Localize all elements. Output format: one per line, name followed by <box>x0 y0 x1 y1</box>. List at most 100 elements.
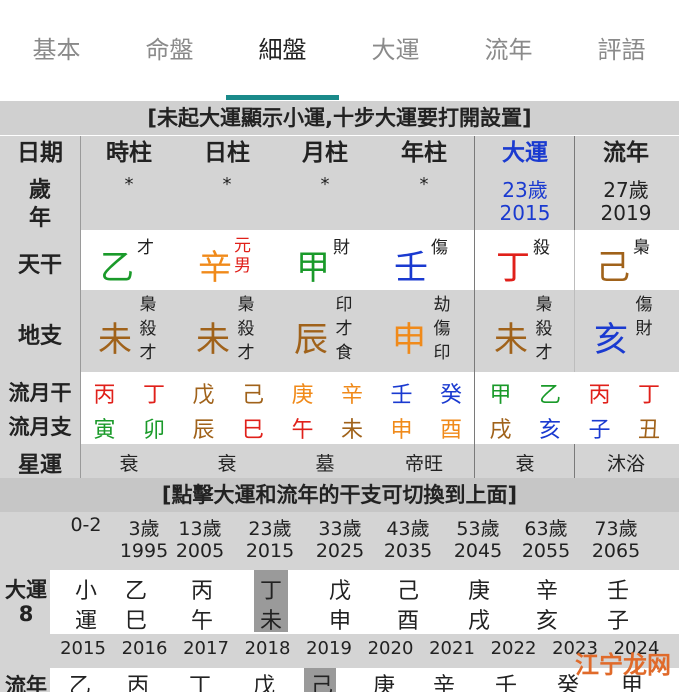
age-month: * <box>320 174 330 195</box>
dizhi-liunian-hidden-1: 傷 <box>635 295 653 315</box>
tiangan-year-note: 傷 <box>431 238 448 258</box>
flow-zhi-cell[interactable]: 亥 <box>526 412 575 444</box>
dayun-gan-cell[interactable]: 小 <box>66 573 106 605</box>
flow-zhi-cell[interactable]: 未 <box>328 412 377 444</box>
dayun-gan-cell[interactable]: 辛 <box>527 573 567 605</box>
dizhi-liunian[interactable]: 亥 <box>594 312 628 361</box>
tab-chart[interactable]: 命盤 <box>113 30 226 65</box>
tiangan-label: 天干 <box>17 253 62 278</box>
dizhi-hour-hidden-3: 才 <box>139 343 157 363</box>
flow-zhi-cell[interactable]: 午 <box>278 412 327 444</box>
tiangan-hour[interactable]: 乙 <box>100 240 134 289</box>
flow-zhi-cell[interactable]: 申 <box>377 412 426 444</box>
flow-gan-cell[interactable]: 癸 <box>427 377 476 409</box>
dayun-age-cell: 73歲 <box>594 518 638 540</box>
tab-dayun[interactable]: 大運 <box>339 30 452 65</box>
xingyun-hour: 衰 <box>119 453 139 475</box>
flow-zhi-cell[interactable]: 丑 <box>625 412 674 444</box>
flow-gan-cell[interactable]: 甲 <box>476 377 525 409</box>
dayun-zhi-cell[interactable]: 未 <box>251 603 291 635</box>
flow-zhi-cell[interactable]: 寅 <box>80 412 129 444</box>
dayun-zhi-cell[interactable]: 酉 <box>388 603 428 635</box>
flow-gan-cell[interactable]: 丁 <box>130 377 179 409</box>
flow-gan-cell[interactable]: 壬 <box>377 377 426 409</box>
dayun-year-cell: 2025 <box>315 540 365 562</box>
flow-zhi-cell[interactable]: 子 <box>575 412 624 444</box>
liunian-gan-cell[interactable]: 壬 <box>486 668 526 692</box>
header-date: 日期 <box>17 140 63 166</box>
dayun-count: 8 <box>18 602 34 626</box>
dizhi-dayun[interactable]: 未 <box>494 312 528 361</box>
dayun-age-cell: 33歲 <box>318 518 362 540</box>
dayun-gan-cell[interactable]: 丁 <box>251 573 291 605</box>
liunian-gan-cell[interactable]: 戊 <box>244 668 284 692</box>
tab-bar: 基本 命盤 細盤 大運 流年 評語 <box>0 0 679 100</box>
tiangan-year[interactable]: 壬 <box>394 240 428 289</box>
liunian-year-cell: 2018 <box>244 638 291 659</box>
dayun-zhi-cell[interactable]: 巳 <box>116 603 156 635</box>
dayun-year-cell: 2065 <box>591 540 641 562</box>
tiangan-day[interactable]: 辛 <box>198 240 232 289</box>
dizhi-year-hidden-3: 印 <box>433 343 451 363</box>
dayun-zhi-cell[interactable]: 戌 <box>459 603 499 635</box>
flow-zhi-label: 流月支 <box>8 415 72 439</box>
flow-gan-label: 流月干 <box>8 381 72 405</box>
tiangan-dayun[interactable]: 丁 <box>496 240 530 289</box>
dayun-gan-cell[interactable]: 壬 <box>598 573 638 605</box>
xingyun-label: 星運 <box>17 453 62 478</box>
flow-zhi-cell[interactable]: 卯 <box>130 412 179 444</box>
liunian-gan-cell[interactable]: 己 <box>302 668 342 692</box>
flow-gan-cell[interactable]: 辛 <box>328 377 377 409</box>
flow-zhi-cell[interactable]: 巳 <box>229 412 278 444</box>
watermark-logo: 江宁龙网 <box>575 651 671 679</box>
flow-zhi-cell[interactable]: 酉 <box>427 412 476 444</box>
liunian-gan-cell[interactable]: 丙 <box>118 668 158 692</box>
flow-gan-cell[interactable]: 乙 <box>526 377 575 409</box>
flow-gan-cell[interactable]: 丙 <box>80 377 129 409</box>
dayun-age: 23歲 <box>502 178 548 202</box>
dizhi-day-hidden-3: 才 <box>237 343 255 363</box>
dizhi-month[interactable]: 辰 <box>294 312 328 361</box>
flow-gan-cell[interactable]: 庚 <box>278 377 327 409</box>
dayun-zhi-cell[interactable]: 子 <box>598 603 638 635</box>
dayun-gan-cell[interactable]: 己 <box>388 573 428 605</box>
dizhi-month-hidden-2: 才 <box>335 319 353 339</box>
dayun-gan-cell[interactable]: 乙 <box>116 573 156 605</box>
tab-review[interactable]: 評語 <box>565 30 678 65</box>
dayun-gan-cell[interactable]: 丙 <box>182 573 222 605</box>
dayun-gan-cell[interactable]: 庚 <box>459 573 499 605</box>
dizhi-dayun-hidden-2: 殺 <box>535 319 553 339</box>
liunian-gan-cell[interactable]: 丁 <box>180 668 220 692</box>
dayun-zhi-cell[interactable]: 申 <box>320 603 360 635</box>
flow-zhi-cell[interactable]: 辰 <box>179 412 228 444</box>
tab-basic[interactable]: 基本 <box>0 30 113 65</box>
liunian-year-cell: 2015 <box>60 638 106 659</box>
tab-liunian[interactable]: 流年 <box>452 30 565 65</box>
dayun-gan-cell[interactable]: 戊 <box>320 573 360 605</box>
dizhi-dayun-hidden-3: 才 <box>535 343 553 363</box>
xingyun-day: 衰 <box>217 453 237 475</box>
dizhi-day[interactable]: 未 <box>196 312 230 361</box>
tiangan-liunian-note: 梟 <box>633 238 650 258</box>
tab-detail[interactable]: 細盤 <box>226 30 339 65</box>
dizhi-hour[interactable]: 未 <box>98 312 132 361</box>
dayun-zhi-cell[interactable]: 亥 <box>527 603 567 635</box>
liunian-age: 27歲 <box>603 178 649 202</box>
dizhi-year[interactable]: 申 <box>392 312 426 361</box>
flow-gan-cell[interactable]: 丁 <box>625 377 674 409</box>
dayun-year-cell: 2035 <box>383 540 433 562</box>
flow-zhi-cell[interactable]: 戌 <box>476 412 525 444</box>
dizhi-label: 地支 <box>17 324 62 349</box>
tiangan-month[interactable]: 甲 <box>296 240 330 289</box>
liunian-gan-cell[interactable]: 庚 <box>364 668 404 692</box>
flow-gan-cell[interactable]: 丙 <box>575 377 624 409</box>
dayun-zhi-cell[interactable]: 午 <box>182 603 222 635</box>
flow-gan-cell[interactable]: 己 <box>229 377 278 409</box>
dizhi-liunian-hidden-2: 財 <box>635 319 653 339</box>
mid-banner: [點擊大運和流年的干支可切換到上面] <box>0 478 679 512</box>
dayun-zhi-cell[interactable]: 運 <box>66 603 106 635</box>
flow-gan-cell[interactable]: 戊 <box>179 377 228 409</box>
tiangan-liunian[interactable]: 己 <box>596 240 630 289</box>
liunian-gan-cell[interactable]: 辛 <box>424 668 464 692</box>
liunian-gan-cell[interactable]: 乙 <box>60 668 100 692</box>
